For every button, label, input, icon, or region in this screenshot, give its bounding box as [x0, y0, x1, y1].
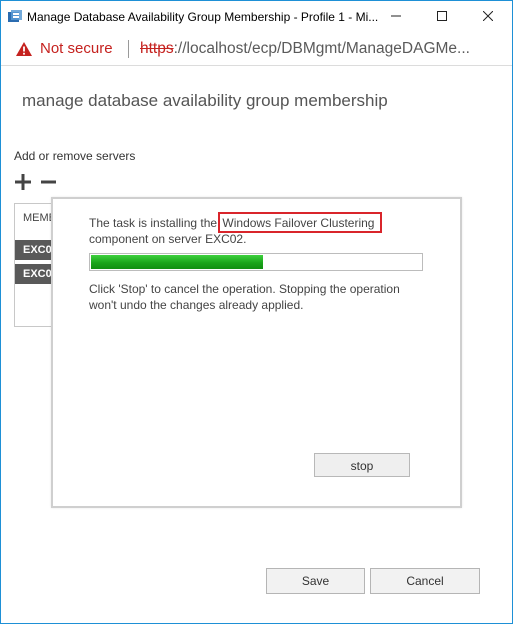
stop-button[interactable]: stop	[314, 453, 410, 477]
task-status-text: The task is installing the Windows Failo…	[89, 212, 429, 247]
minimize-button[interactable]	[373, 1, 419, 33]
section-label: Add or remove servers	[14, 149, 136, 163]
address-divider	[128, 40, 129, 58]
url-field[interactable]: https://localhost/ecp/DBMgmt/ManageDAGMe…	[140, 40, 512, 58]
add-server-button[interactable]	[15, 173, 33, 191]
stop-hint-text: Click 'Stop' to cancel the operation. St…	[89, 282, 400, 312]
minus-icon	[41, 178, 59, 195]
maximize-button[interactable]	[419, 1, 465, 33]
save-button[interactable]: Save	[266, 568, 365, 594]
feature-highlight: Windows Failover Clustering	[218, 212, 383, 233]
progress-dialog: The task is installing the Windows Failo…	[51, 197, 462, 508]
remove-server-button[interactable]	[41, 173, 59, 191]
address-bar: Not secure https://localhost/ecp/DBMgmt/…	[1, 33, 512, 66]
exchange-app-icon	[7, 9, 23, 25]
task-suffix: component on server EXC02.	[89, 232, 247, 246]
url-scheme: https	[140, 40, 174, 57]
progress-fill	[91, 255, 263, 269]
security-status[interactable]: Not secure	[40, 40, 113, 57]
feature-name: Windows Failover Clustering	[222, 216, 375, 230]
progress-bar	[89, 253, 423, 271]
minimize-icon	[391, 8, 401, 26]
close-icon	[482, 8, 494, 26]
maximize-icon	[437, 8, 447, 26]
window-title: Manage Database Availability Group Membe…	[27, 10, 379, 24]
browser-window: Manage Database Availability Group Membe…	[0, 0, 513, 624]
title-bar: Manage Database Availability Group Membe…	[1, 1, 512, 33]
close-button[interactable]	[465, 1, 511, 33]
page-title: manage database availability group membe…	[22, 91, 388, 110]
url-path: ://localhost/ecp/DBMgmt/ManageDAGMe...	[173, 40, 470, 57]
cancel-button[interactable]: Cancel	[370, 568, 480, 594]
warning-icon[interactable]	[15, 41, 33, 57]
plus-icon	[15, 174, 33, 195]
task-prefix: The task is installing the	[89, 216, 221, 230]
